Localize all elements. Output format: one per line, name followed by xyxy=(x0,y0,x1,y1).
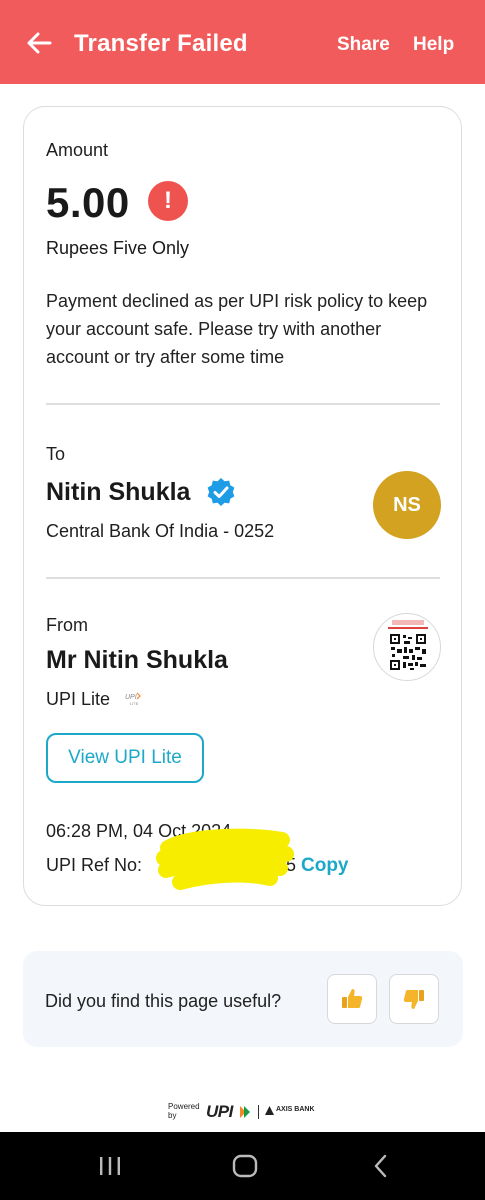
view-upi-lite-button[interactable]: View UPI Lite xyxy=(46,733,204,783)
divider xyxy=(258,1105,259,1119)
back-arrow-icon[interactable] xyxy=(24,28,54,58)
verified-badge-icon xyxy=(207,478,235,506)
exclamation-icon: ! xyxy=(148,181,188,221)
system-navigation-bar xyxy=(0,1132,485,1200)
upi-arrow-icon xyxy=(240,1106,250,1118)
amount-value: 5.00 xyxy=(46,179,130,226)
axis-bank-logo-icon xyxy=(265,1106,274,1115)
qr-code-icon xyxy=(388,620,428,672)
upi-logo: UPI xyxy=(206,1102,233,1121)
upi-lite-icon: UPI LITE xyxy=(125,692,141,706)
thumbs-down-icon xyxy=(403,990,424,1009)
payer-account: UPI Lite xyxy=(46,689,111,709)
copy-button[interactable]: Copy xyxy=(301,855,349,877)
feedback-panel: Did you find this page useful? xyxy=(23,951,463,1047)
page-title: Transfer Failed xyxy=(74,30,248,57)
recent-apps-icon[interactable] xyxy=(97,1155,123,1177)
upi-ref-label: UPI Ref No: xyxy=(46,855,143,875)
payee-name: Nitin Shukla xyxy=(46,478,191,506)
avatar: NS xyxy=(373,471,441,539)
thumbs-up-button[interactable] xyxy=(327,974,377,1024)
back-nav-icon[interactable] xyxy=(370,1154,392,1178)
thumbs-down-button[interactable] xyxy=(389,974,439,1024)
app-header: Transfer Failed Share Help xyxy=(0,0,485,84)
payer-name: Mr Nitin Shukla xyxy=(46,646,228,674)
axis-bank-text: AXIS BANK xyxy=(276,1106,315,1113)
help-button[interactable]: Help xyxy=(413,34,454,56)
amount-in-words: Rupees Five Only xyxy=(46,238,190,258)
divider xyxy=(46,403,440,405)
feedback-question: Did you find this page useful? xyxy=(45,991,282,1011)
from-label: From xyxy=(46,615,88,635)
redaction-scribble xyxy=(156,828,294,890)
merchant-qr-avatar xyxy=(373,613,441,681)
thumbs-up-icon xyxy=(342,989,363,1008)
failure-message: Payment declined as per UPI risk policy … xyxy=(46,291,428,367)
transaction-card: Amount 5.00 ! Rupees Five Only Payment d… xyxy=(23,106,462,906)
svg-text:UPI: UPI xyxy=(125,694,137,701)
share-button[interactable]: Share xyxy=(337,34,390,56)
to-label: To xyxy=(46,444,66,464)
powered-by-footer: Powered by UPI AXIS BANK xyxy=(168,1102,328,1122)
divider xyxy=(46,577,440,579)
powered-by-text: Powered by xyxy=(168,1102,200,1120)
amount-label: Amount xyxy=(46,140,109,160)
svg-text:LITE: LITE xyxy=(130,701,139,706)
home-icon[interactable] xyxy=(231,1154,259,1178)
payee-bank: Central Bank Of India - 0252 xyxy=(46,521,275,541)
